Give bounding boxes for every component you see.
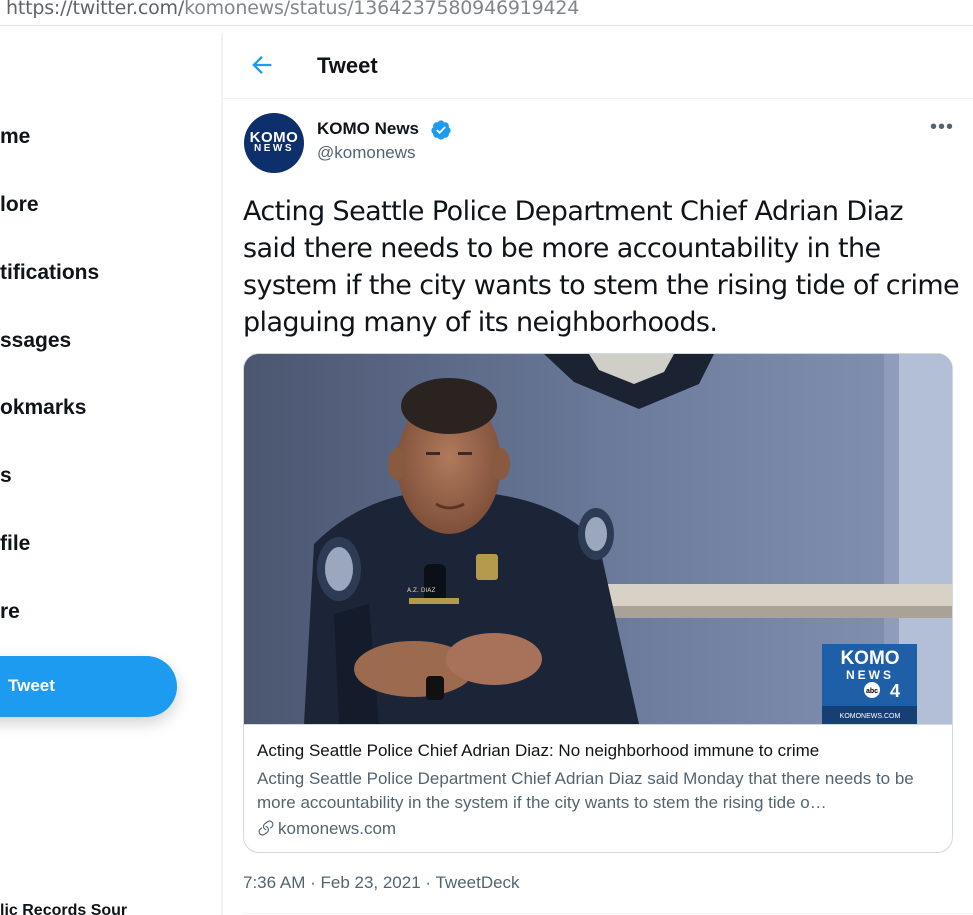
- avatar[interactable]: KOMO NEWS: [244, 113, 304, 173]
- nav-item-bookmarks[interactable]: okmarks: [0, 396, 86, 420]
- image-logo-line2: NEWS: [846, 668, 894, 682]
- nav-item-home[interactable]: me: [0, 125, 30, 149]
- card-description: Acting Seattle Police Department Chief A…: [257, 769, 914, 812]
- main-column: Tweet KOMO NEWS KOMO News @komonews ••• …: [222, 33, 973, 915]
- tweet-text: Acting Seattle Police Department Chief A…: [243, 196, 960, 338]
- link-preview-card[interactable]: A.Z. DIAZ KOMO NEWS abc 4 KOMONEWS.COM A…: [243, 353, 953, 853]
- compose-tweet-button[interactable]: Tweet: [0, 656, 177, 717]
- more-options-icon[interactable]: •••: [929, 117, 955, 143]
- tweet-timestamp[interactable]: 7:36 AM · Feb 23, 2021 · TweetDeck: [243, 873, 520, 893]
- link-icon: [258, 820, 274, 836]
- uniform-nametag: A.Z. DIAZ: [407, 587, 435, 594]
- nav-item-messages[interactable]: ssages: [0, 329, 71, 353]
- card-image[interactable]: A.Z. DIAZ KOMO NEWS abc 4 KOMONEWS.COM: [244, 354, 952, 724]
- card-body[interactable]: Acting Seattle Police Chief Adrian Diaz:…: [244, 724, 952, 852]
- compose-tweet-label: Tweet: [8, 676, 55, 695]
- author-name[interactable]: KOMO News: [317, 119, 419, 139]
- image-logo-site: KOMONEWS.COM: [840, 713, 901, 720]
- divider: [243, 913, 973, 914]
- card-domain-text: komonews.com: [278, 819, 397, 838]
- police-chief-photo: A.Z. DIAZ KOMO NEWS abc 4 KOMONEWS.COM: [244, 354, 952, 724]
- card-title: Acting Seattle Police Chief Adrian Diaz:…: [257, 741, 820, 760]
- page-title: Tweet: [317, 53, 378, 78]
- nav-item-profile[interactable]: file: [0, 532, 30, 556]
- url-text[interactable]: https://twitter.com/komonews/status/1364…: [6, 0, 579, 19]
- card-domain[interactable]: komonews.com: [257, 819, 396, 839]
- nav-item-notifications[interactable]: tifications: [0, 261, 99, 285]
- verified-badge-icon: [431, 120, 451, 140]
- image-logo-line1: KOMO: [840, 648, 899, 669]
- left-navigation: me lore tifications ssages okmarks s fil…: [0, 33, 222, 915]
- url-host: https://twitter.com/: [6, 0, 185, 19]
- nav-item-lists[interactable]: s: [0, 464, 12, 488]
- browser-url-bar[interactable]: https://twitter.com/komonews/status/1364…: [0, 0, 973, 26]
- avatar-logo-line2: NEWS: [254, 143, 294, 154]
- image-logo-abc: abc: [866, 688, 878, 695]
- nav-item-explore[interactable]: lore: [0, 193, 39, 217]
- trend-item-partial[interactable]: lic Records Sour: [0, 902, 127, 915]
- nav-item-more[interactable]: re: [0, 600, 20, 624]
- image-logo-channel: 4: [890, 681, 900, 701]
- author-handle[interactable]: @komonews: [317, 143, 416, 163]
- page-header: Tweet: [223, 33, 973, 99]
- url-path: komonews/status/1364237580946919424: [184, 0, 580, 19]
- arrow-left-icon[interactable]: [248, 51, 276, 79]
